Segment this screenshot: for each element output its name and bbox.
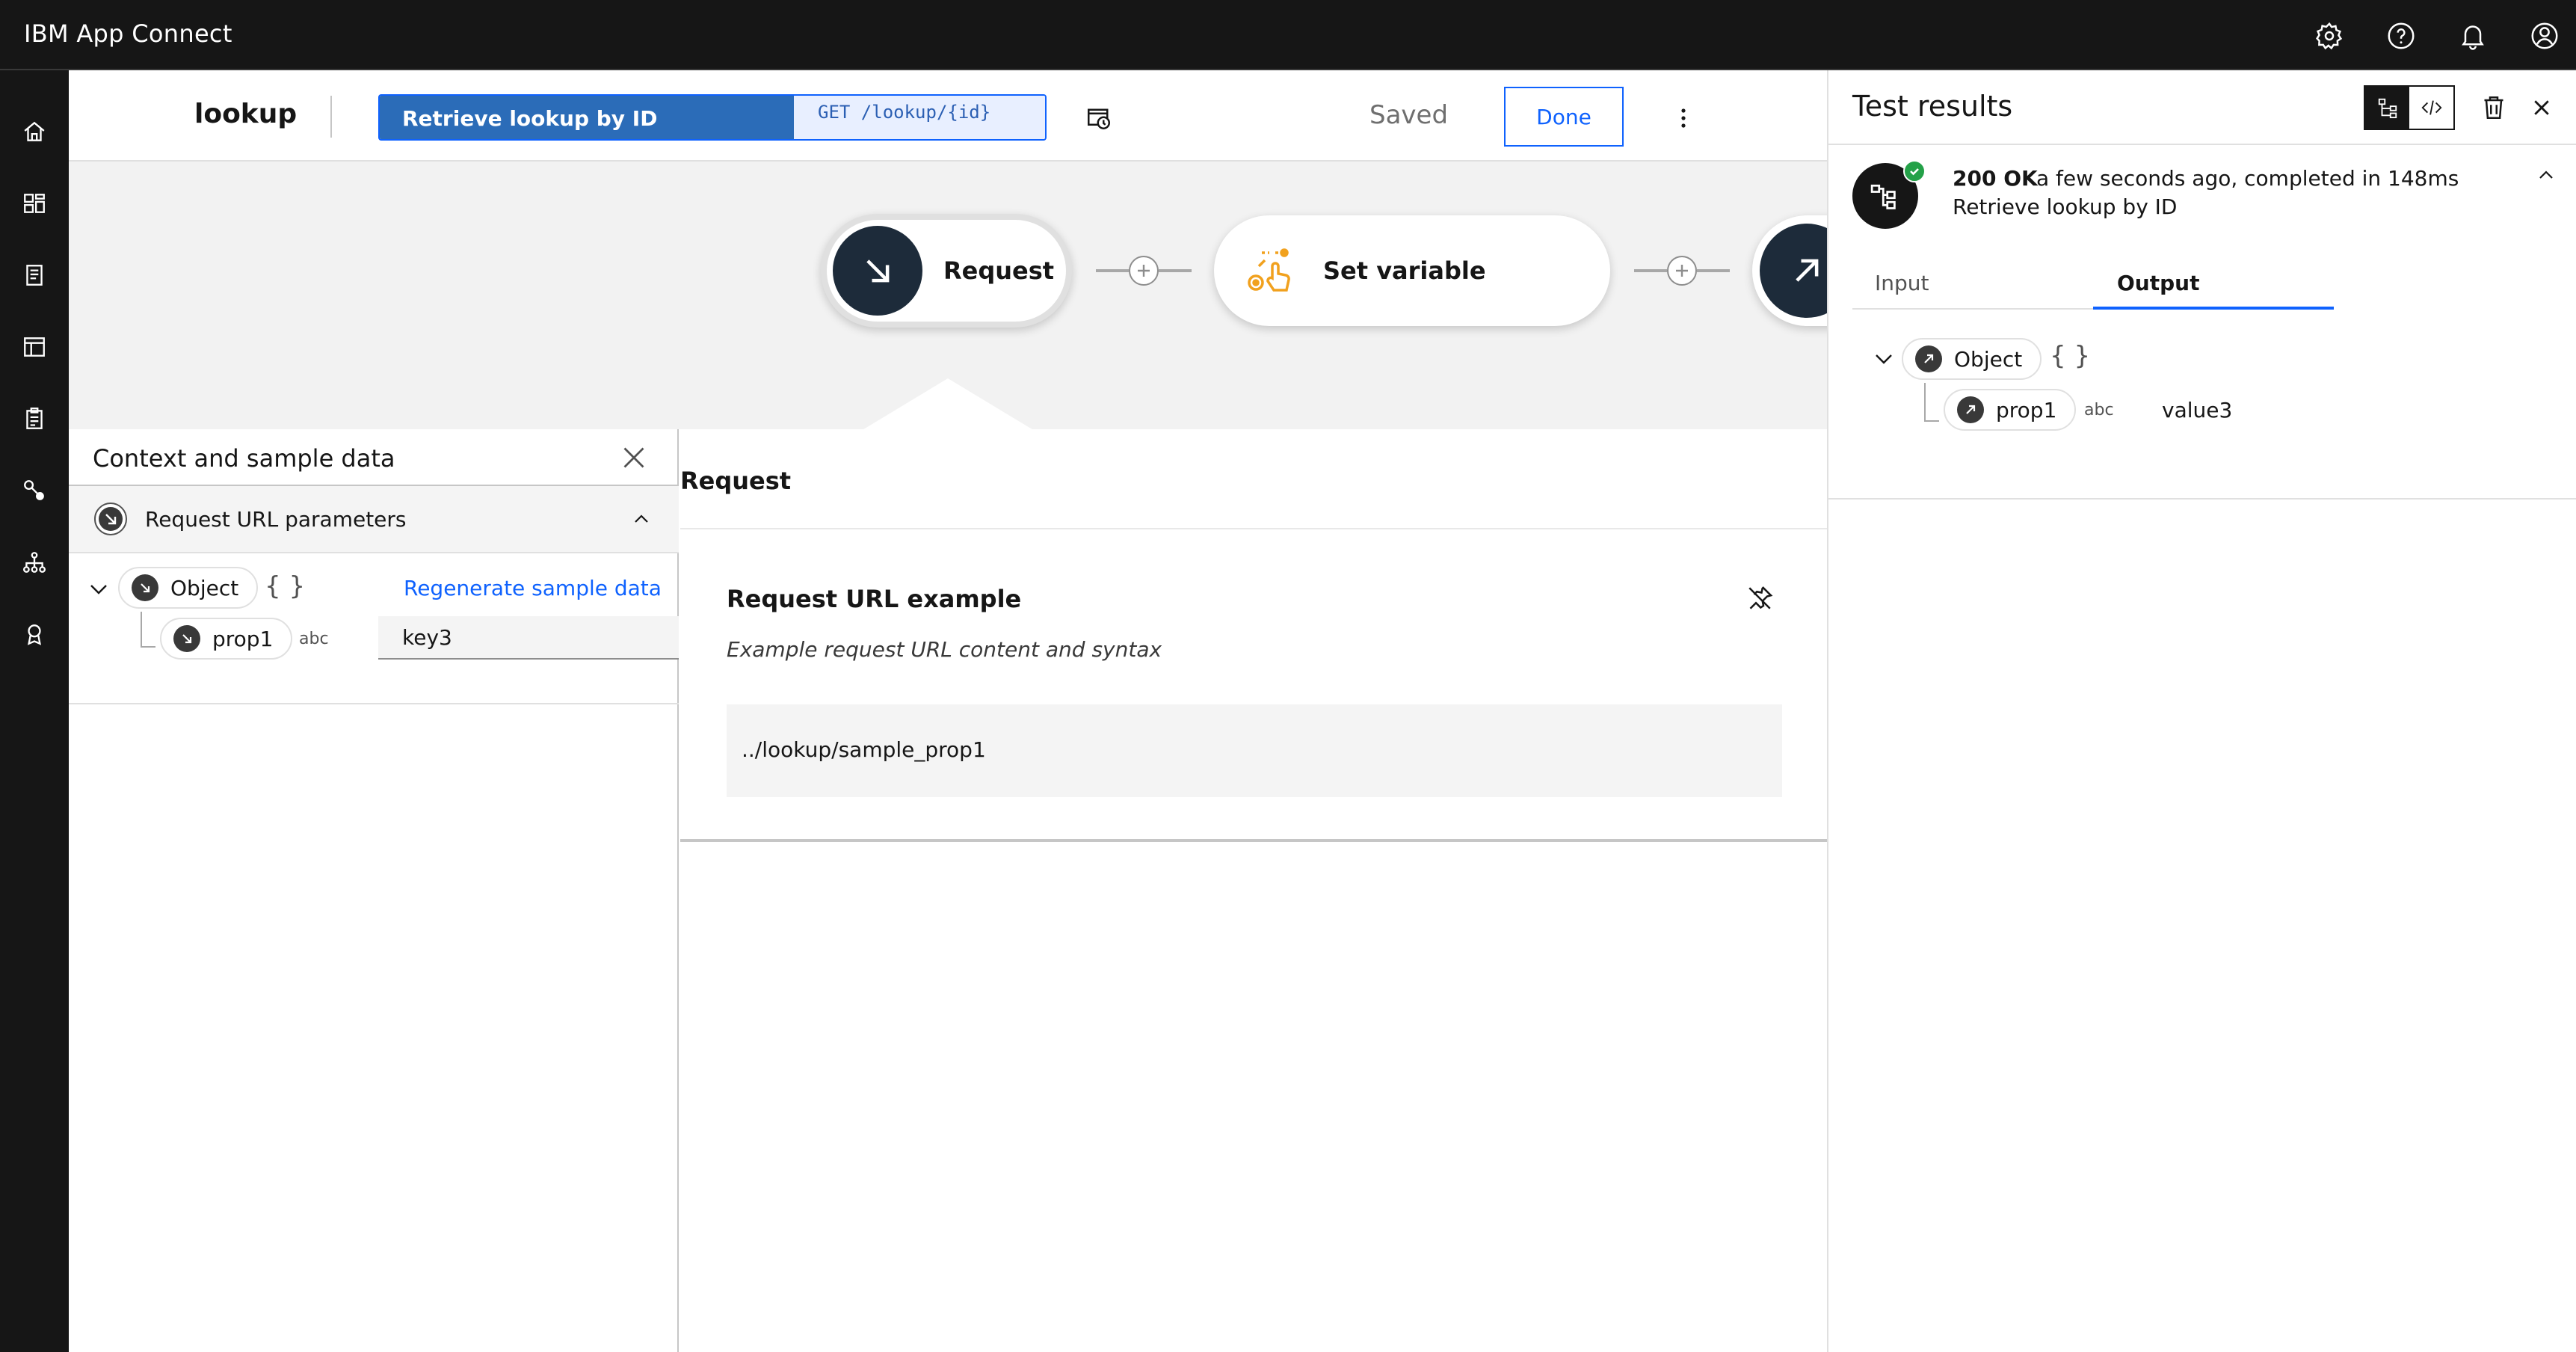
request-node-icon — [833, 226, 922, 316]
connector-line — [1634, 269, 1667, 272]
left-nav-rail — [0, 70, 69, 1352]
object-type-braces: { } — [2050, 341, 2091, 371]
done-button[interactable]: Done — [1504, 87, 1624, 147]
top-bar: IBM App Connect — [0, 0, 2576, 70]
node-label: Set variable — [1323, 256, 1486, 285]
divider — [1828, 498, 2576, 500]
operation-path: GET /lookup/{id} — [794, 96, 1045, 139]
example-url-box: ../lookup/sample_prop1 — [727, 704, 1782, 797]
overflow-menu-icon[interactable] — [1674, 103, 1692, 133]
object-label: Object — [170, 575, 239, 600]
property-label: prop1 — [1996, 397, 2057, 423]
node-set-variable[interactable]: Set variable — [1214, 215, 1610, 326]
operation-name[interactable]: Retrieve lookup by ID — [380, 96, 794, 139]
property-label: prop1 — [212, 626, 274, 651]
code-view-icon[interactable] — [2409, 87, 2453, 129]
tree-connector — [1924, 383, 1939, 422]
badge-icon[interactable] — [16, 616, 52, 652]
operation-selector[interactable]: Retrieve lookup by ID GET /lookup/{id} — [378, 94, 1047, 141]
divider — [680, 528, 1827, 529]
divider — [69, 703, 679, 704]
unpin-icon[interactable] — [1745, 583, 1775, 613]
divider — [680, 839, 1827, 842]
object-node[interactable]: Object — [118, 567, 259, 609]
test-results-panel: Test results 200 OK a few seconds ago, c… — [1827, 70, 2576, 1352]
tested-operation: Retrieve lookup by ID — [1953, 194, 2178, 219]
flow-name[interactable]: lookup — [194, 99, 297, 129]
input-arrow-icon — [173, 625, 200, 652]
status-code: 200 OK — [1953, 166, 2038, 191]
output-arrow-icon — [1957, 396, 1984, 423]
node-response[interactable] — [1752, 215, 1827, 326]
connector-line — [1697, 269, 1730, 272]
chevron-up-icon[interactable] — [629, 507, 653, 531]
add-node-plus-icon[interactable] — [1667, 256, 1697, 286]
node-request[interactable]: Request — [821, 214, 1072, 328]
tab-output[interactable]: Output — [2093, 269, 2334, 310]
request-panel-title: Request — [680, 467, 792, 495]
save-status: Saved — [1369, 100, 1449, 130]
connector-line — [1159, 269, 1192, 272]
context-panel-title: Context and sample data — [93, 444, 395, 473]
output-property-node[interactable]: prop1 — [1944, 389, 2077, 431]
regenerate-sample-data-link[interactable]: Regenerate sample data — [404, 576, 662, 600]
chevron-down-icon[interactable] — [1872, 347, 1896, 371]
connector-line — [1096, 269, 1129, 272]
request-parameter-icon — [93, 501, 129, 537]
view-toggle — [2364, 85, 2455, 130]
dashboard-icon[interactable] — [16, 185, 52, 221]
node-label: Request — [943, 256, 1055, 285]
delete-icon[interactable] — [2479, 93, 2509, 123]
tree-view-icon[interactable] — [2365, 87, 2409, 129]
output-arrow-icon — [1915, 345, 1942, 372]
templates-icon[interactable] — [16, 329, 52, 365]
add-node-plus-icon[interactable] — [1129, 256, 1159, 286]
catalog-icon[interactable] — [16, 257, 52, 293]
response-node-icon — [1760, 224, 1827, 318]
status-detail: a few seconds ago, completed in 148ms — [2036, 166, 2459, 191]
hierarchy-icon[interactable] — [16, 544, 52, 580]
divider — [1828, 144, 2576, 145]
string-type-badge: abc — [2084, 401, 2114, 420]
request-url-parameters-accordion[interactable]: Request URL parameters — [69, 486, 679, 553]
settings-icon[interactable] — [2311, 18, 2347, 54]
home-icon[interactable] — [16, 114, 52, 150]
accordion-label: Request URL parameters — [145, 506, 407, 532]
string-type-badge: abc — [299, 630, 329, 648]
tab-input[interactable]: Input — [1852, 269, 2093, 310]
notification-icon[interactable] — [2455, 18, 2491, 54]
help-icon[interactable] — [2383, 18, 2419, 54]
output-value: value3 — [2162, 398, 2233, 423]
chevron-up-icon[interactable] — [2534, 163, 2558, 187]
success-check-icon — [1903, 160, 1926, 182]
selected-node-pointer — [861, 378, 1035, 429]
flow-header: lookup Retrieve lookup by ID GET /lookup… — [69, 72, 1827, 162]
test-results-title: Test results — [1852, 90, 2013, 123]
header-divider — [330, 96, 332, 138]
close-icon[interactable] — [619, 443, 649, 473]
property-node[interactable]: prop1 — [160, 618, 293, 660]
output-object-node[interactable]: Object — [1902, 338, 2042, 380]
sample-value-input[interactable] — [378, 616, 679, 660]
object-type-braces: { } — [265, 571, 306, 601]
object-label: Object — [1954, 346, 2023, 372]
close-icon[interactable] — [2527, 93, 2557, 123]
request-panel: Request Request URL example Example requ… — [680, 429, 1827, 1352]
flow-canvas: Request Set variable — [69, 162, 1827, 429]
tree-connector — [141, 612, 155, 648]
app-title[interactable]: IBM App Connect — [24, 19, 232, 48]
input-arrow-icon — [132, 574, 158, 601]
chevron-down-icon[interactable] — [87, 577, 111, 601]
history-icon[interactable] — [1084, 103, 1114, 133]
context-panel: Context and sample data Request URL para… — [69, 429, 679, 1352]
connections-icon[interactable] — [16, 473, 52, 508]
set-variable-icon — [1242, 241, 1302, 301]
user-avatar-icon[interactable] — [2527, 18, 2563, 54]
request-url-example-title: Request URL example — [727, 585, 1022, 613]
example-url: ../lookup/sample_prop1 — [742, 737, 986, 762]
clipboard-icon[interactable] — [16, 401, 52, 437]
request-url-example-description: Example request URL content and syntax — [727, 637, 1162, 662]
